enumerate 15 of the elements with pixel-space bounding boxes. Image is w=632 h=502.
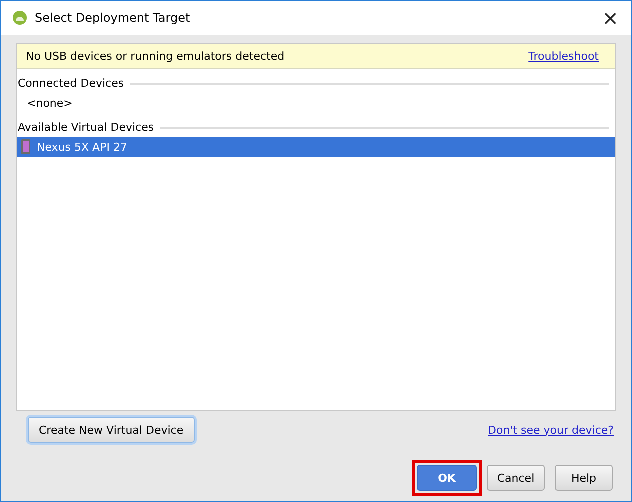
create-device-button[interactable]: Create New Virtual Device: [28, 417, 195, 443]
dialog-button[interactable]: Cancel: [487, 465, 545, 491]
banner-message: No USB devices or running emulators detected: [26, 50, 285, 62]
dialog-button[interactable]: Help: [555, 465, 613, 491]
device-row[interactable]: Nexus 5X API 27: [17, 137, 615, 157]
phone-icon: [21, 139, 31, 155]
troubleshoot-link[interactable]: Troubleshoot: [528, 50, 599, 62]
window-title: Select Deployment Target: [35, 11, 192, 25]
help-link[interactable]: Don't see your device?: [488, 424, 614, 436]
device-name: Nexus 5X API 27: [37, 140, 128, 154]
empty-entry: <none>: [26, 96, 74, 112]
group-heading: Available Virtual Devices: [18, 121, 154, 134]
group-heading: Connected Devices: [18, 77, 124, 90]
dialog-button[interactable]: OK: [417, 465, 477, 491]
close-icon[interactable]: ×: [598, 6, 623, 30]
